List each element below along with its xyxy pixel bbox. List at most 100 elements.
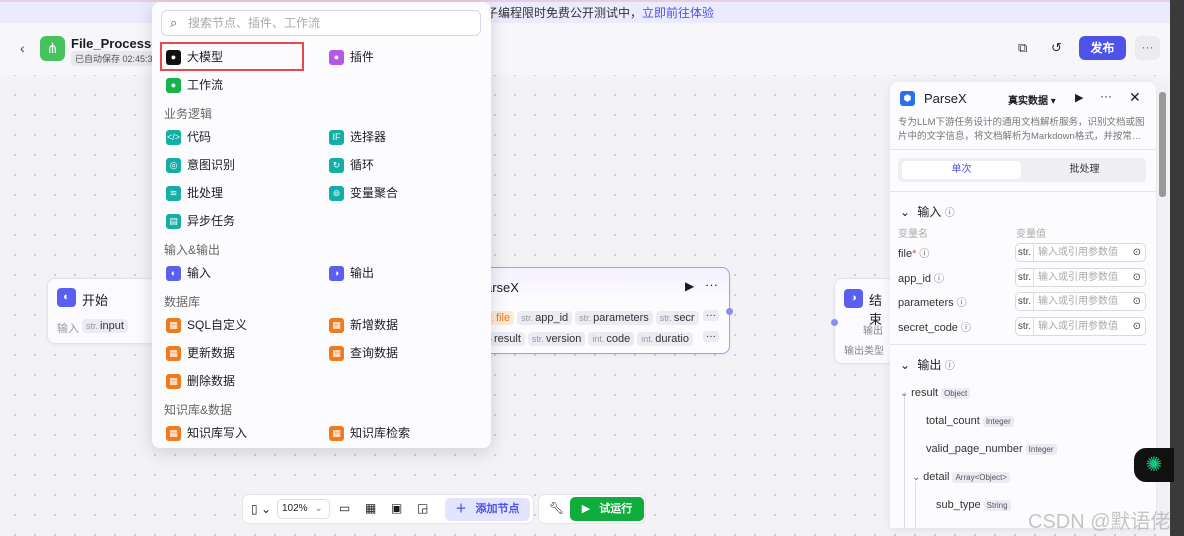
workflow-title: File_Processor	[71, 36, 165, 51]
menu-item[interactable]: ▦ 删除数据	[166, 371, 235, 391]
end-node[interactable]: ◑ 结束 输出 输出类型	[831, 278, 894, 364]
menu-item-label: 查询数据	[350, 346, 399, 360]
node-type-icon: ▦	[166, 373, 181, 389]
info-icon: ⓘ	[934, 273, 945, 285]
layout-icon[interactable]: ▦	[365, 501, 376, 515]
tab-batch[interactable]: 批处理	[1025, 161, 1144, 179]
menu-item[interactable]: ▦ 新增数据	[329, 315, 398, 335]
more-icon[interactable]: ···	[705, 277, 718, 292]
minimap-icon[interactable]: ◲	[417, 501, 428, 515]
menu-item[interactable]: ▦ 查询数据	[329, 343, 398, 363]
input-var-name: parameters ⓘ	[898, 297, 967, 309]
autosave-status: 已自动保存 02:45:35	[71, 51, 162, 66]
input-var-name: file* ⓘ	[898, 248, 930, 260]
zoom-select[interactable]: 102% ⌄	[277, 499, 330, 519]
menu-item-label: 知识库检索	[350, 426, 411, 440]
output-port[interactable]	[726, 308, 733, 315]
input-value-field[interactable]: str. 输入或引用参数值 ⊙	[1015, 243, 1146, 262]
run-icon[interactable]: ▶	[1075, 91, 1083, 104]
menu-item-label: 输出	[350, 266, 375, 280]
close-icon[interactable]: ✕	[1129, 89, 1141, 106]
banner-link[interactable]: 立即前往体验	[642, 6, 714, 20]
menu-item-label: 输入	[187, 266, 212, 280]
menu-item[interactable]: ▦ 更新数据	[166, 343, 235, 363]
tab-single[interactable]: 单次	[902, 161, 1021, 179]
node-type-icon: ●	[166, 77, 181, 93]
menu-item[interactable]: ▤ 异步任务	[166, 211, 235, 231]
node-type-icon: ▦	[329, 345, 344, 361]
menu-item-label: 选择器	[350, 130, 387, 144]
menu-section-title: 知识库&数据	[164, 403, 233, 417]
menu-item-label: 知识库写入	[187, 426, 248, 440]
node-type-icon: ▦	[166, 317, 181, 333]
workflow-logo-icon: ⋔	[40, 36, 65, 61]
test-run-button[interactable]: ▶ 试运行	[570, 497, 644, 521]
more-inputs-button[interactable]: ···	[703, 310, 719, 321]
input-port[interactable]	[831, 319, 838, 326]
copy-icon[interactable]: ⧉	[1018, 40, 1027, 56]
menu-item[interactable]: ≋ 批处理	[166, 183, 223, 203]
output-tree-item[interactable]: total_count Integer	[926, 415, 1014, 427]
param-tag: str. secr	[655, 311, 699, 325]
variable-ref-icon: ⊙	[1132, 271, 1141, 283]
start-node[interactable]: ◐ 开始 输入 str. input	[47, 278, 157, 344]
menu-item[interactable]: ↻ 循环	[329, 155, 374, 175]
publish-button[interactable]: 发布	[1079, 36, 1126, 60]
col-name-header: 变量名	[898, 229, 928, 240]
menu-item[interactable]: ⊚ 变量聚合	[329, 183, 398, 203]
menu-item-label: 代码	[187, 130, 212, 144]
menu-item-label: 更新数据	[187, 346, 236, 360]
node-type-icon: ◑	[329, 265, 344, 281]
comment-icon[interactable]: ▭	[339, 501, 350, 515]
type-badge: String	[983, 500, 1011, 511]
history-icon[interactable]: ↺	[1051, 40, 1062, 56]
menu-item[interactable]: ▦ SQL自定义	[166, 315, 247, 335]
menu-item-label: SQL自定义	[187, 318, 248, 332]
menu-item-2[interactable]: ● 工作流	[166, 75, 223, 95]
menu-item[interactable]: ◎ 意图识别	[166, 155, 235, 175]
parsex-node[interactable]: arseX ▶ ··· r. file str. app_id str. paramete…	[470, 267, 733, 354]
menu-item-label: 删除数据	[187, 374, 236, 388]
output-tree-item[interactable]: ⌄ result Object	[900, 387, 971, 399]
menu-item[interactable]: </> 代码	[166, 127, 211, 147]
input-value-field[interactable]: str. 输入或引用参数值 ⊙	[1015, 316, 1146, 336]
output-section-toggle[interactable]: ⌄ 输出 ⓘ	[900, 356, 955, 373]
output-tree-item[interactable]: valid_page_number Integer	[926, 443, 1057, 455]
search-icon: ⌕	[170, 15, 178, 30]
menu-item-label: 批处理	[187, 186, 224, 200]
param-tag: str. parameters	[575, 311, 653, 325]
back-icon[interactable]: ‹	[20, 40, 25, 56]
menu-item-label: 循环	[350, 158, 375, 172]
more-icon[interactable]: ···	[1100, 89, 1112, 103]
menu-item-1[interactable]: ● 插件	[329, 47, 374, 67]
canvas-toolbar: ▯ ⌄ 102% ⌄ ▭ ▦ ▣ ◲ ＋ 添加节点	[242, 494, 534, 524]
menu-item[interactable]: IF 选择器	[329, 127, 386, 147]
menu-item[interactable]: ▦ 知识库检索	[329, 423, 410, 443]
input-value-field[interactable]: str. 输入或引用参数值 ⊙	[1015, 292, 1146, 311]
menu-item-label: 异步任务	[187, 214, 236, 228]
chatgpt-icon[interactable]: ✺	[1134, 448, 1174, 482]
node-type-icon: ▦	[166, 345, 181, 361]
debug-icon[interactable]: 🔧︎	[549, 501, 564, 515]
image-icon[interactable]: ▣	[391, 501, 402, 515]
add-node-button[interactable]: ＋ 添加节点	[445, 498, 530, 521]
node-search-input[interactable]: ⌕ 搜索节点、插件、工作流	[161, 10, 481, 36]
menu-item[interactable]: ◑ 输出	[329, 263, 374, 283]
start-node-title: 开始	[82, 293, 109, 308]
input-value-field[interactable]: str. 输入或引用参数值 ⊙	[1015, 267, 1146, 287]
mouse-mode-icon[interactable]: ▯ ⌄	[251, 502, 271, 516]
input-section-toggle[interactable]: ⌄ 输入 ⓘ	[900, 203, 955, 220]
data-mode-select[interactable]: 真实数据 ▾	[1008, 92, 1056, 107]
parsex-icon: ⬢	[900, 91, 915, 106]
watermark: CSDN @默语佬	[1028, 511, 1171, 533]
info-icon: ⓘ	[956, 298, 967, 309]
menu-item[interactable]: ▦ 知识库写入	[166, 423, 247, 443]
banner-text: 子编程限时免费公开测试中，	[486, 6, 643, 20]
more-button[interactable]: ···	[1135, 36, 1160, 60]
output-tree-item[interactable]: ⌄ detail Array<Object>	[912, 471, 1011, 483]
type-badge: Integer	[982, 416, 1014, 427]
run-icon[interactable]: ▶	[685, 279, 694, 293]
output-tree-item[interactable]: sub_type String	[936, 499, 1011, 511]
menu-item[interactable]: ◐ 输入	[166, 263, 211, 283]
more-outputs-button[interactable]: ···	[703, 331, 719, 342]
